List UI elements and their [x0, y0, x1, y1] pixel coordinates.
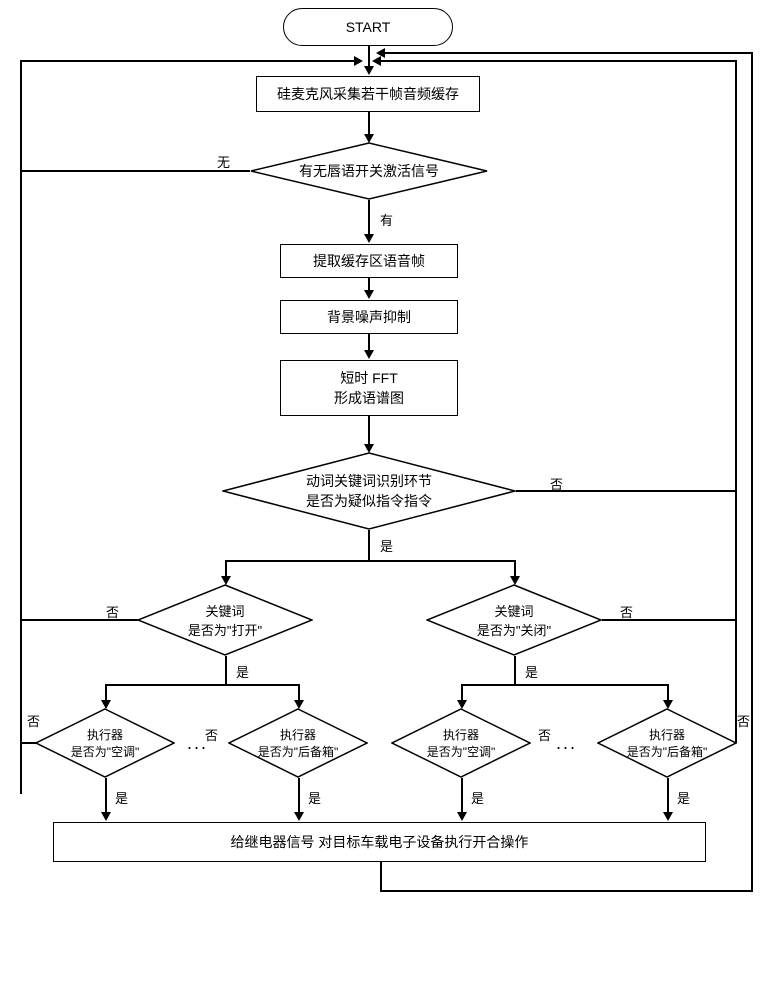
fft-label1: 短时 FFT: [340, 368, 398, 388]
arrowhead: [364, 66, 374, 75]
extract-label: 提取缓存区语音帧: [313, 251, 425, 271]
edge: [20, 170, 250, 172]
lip-decision: 有无唇语开关激活信号: [250, 142, 488, 200]
arrowhead: [101, 812, 111, 821]
extract-node: 提取缓存区语音帧: [280, 244, 458, 278]
edge: [368, 112, 370, 136]
edge: [368, 46, 370, 68]
lip-no-label: 无: [215, 152, 232, 171]
arrowhead: [364, 234, 374, 243]
edge: [461, 778, 463, 814]
arrowhead: [457, 812, 467, 821]
edge: [105, 778, 107, 814]
verb-yes-label: 是: [378, 536, 395, 555]
kw-open-yes: 是: [234, 662, 251, 681]
fft-label2: 形成语谱图: [334, 388, 404, 408]
start-label: START: [346, 19, 391, 35]
edge: [368, 200, 370, 236]
edge: [514, 656, 516, 684]
exec-open-ac: 执行器 是否为"空调": [35, 708, 175, 778]
edge: [298, 778, 300, 814]
edge: [20, 619, 138, 621]
suppress-label: 背景噪声抑制: [327, 307, 411, 327]
kw-close-decision: 关键词 是否为"关闭": [426, 584, 602, 656]
arrowhead: [376, 48, 385, 58]
arrowhead: [294, 812, 304, 821]
exec-open-trunk-yes: 是: [306, 788, 323, 807]
edge: [368, 416, 370, 446]
arrowhead: [364, 350, 374, 359]
edge: [735, 60, 737, 491]
edge: [735, 491, 737, 743]
exec-open-ac-yes: 是: [113, 788, 130, 807]
relay-label: 给继电器信号 对目标车载电子设备执行开合操作: [231, 832, 529, 852]
lip-yes-label: 有: [378, 210, 395, 229]
collect-node: 硅麦克风采集若干帧音频缓存: [256, 76, 480, 112]
exec-close-trunk-no: 否: [735, 711, 752, 730]
edge: [20, 60, 356, 62]
relay-node: 给继电器信号 对目标车载电子设备执行开合操作: [53, 822, 706, 862]
exec-close-trunk-yes: 是: [675, 788, 692, 807]
kw-open-decision: 关键词 是否为"打开": [137, 584, 313, 656]
collect-label: 硅麦克风采集若干帧音频缓存: [277, 84, 459, 104]
edge: [20, 742, 36, 744]
edge: [380, 60, 736, 62]
edge: [602, 619, 736, 621]
exec-close-trunk: 执行器 是否为"后备箱": [597, 708, 737, 778]
verb-decision: 动词关键词识别环节 是否为疑似指令指令: [222, 452, 516, 530]
edge: [20, 60, 22, 171]
edge: [516, 490, 736, 492]
exec-open-trunk-no: 否: [203, 725, 220, 744]
start-node: START: [283, 8, 453, 46]
fft-node: 短时 FFT 形成语谱图: [280, 360, 458, 416]
exec-close-ac-yes: 是: [469, 788, 486, 807]
suppress-node: 背景噪声抑制: [280, 300, 458, 334]
edge: [667, 778, 669, 814]
dots2: ...: [556, 733, 577, 754]
edge: [380, 890, 752, 892]
arrowhead: [364, 290, 374, 299]
edge: [225, 656, 227, 684]
edge: [20, 171, 22, 794]
arrowhead: [663, 812, 673, 821]
edge: [105, 684, 299, 686]
edge: [461, 684, 668, 686]
edge: [751, 52, 753, 892]
exec-open-trunk: 执行器 是否为"后备箱": [228, 708, 368, 778]
exec-close-ac-no: 否: [536, 725, 553, 744]
edge: [225, 560, 515, 562]
exec-open-ac-no: 否: [25, 711, 42, 730]
edge: [384, 52, 752, 54]
kw-close-yes: 是: [523, 662, 540, 681]
edge: [368, 530, 370, 560]
edge: [380, 862, 382, 890]
arrowhead: [354, 56, 363, 66]
exec-close-ac: 执行器 是否为"空调": [391, 708, 531, 778]
